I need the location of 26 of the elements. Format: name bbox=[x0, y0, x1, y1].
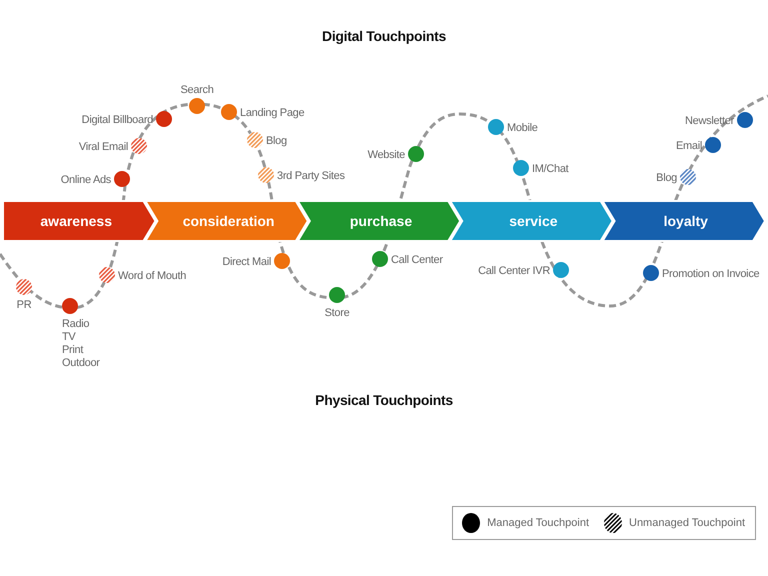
touchpoint-label: Search bbox=[180, 84, 214, 96]
touchpoint-label: Word of Mouth bbox=[118, 270, 186, 282]
touchpoint-label: Landing Page bbox=[240, 107, 304, 119]
touchpoint-label: Call Center bbox=[391, 254, 443, 266]
touchpoint-label: Blog bbox=[656, 172, 677, 184]
touchpoint-label: Viral Email bbox=[78, 141, 128, 153]
diagram-title: Physical Touchpoints bbox=[315, 392, 453, 408]
legend-label: Managed Touchpoint bbox=[487, 517, 589, 529]
touchpoint-label: Blog bbox=[266, 135, 287, 147]
diagram-title: Digital Touchpoints bbox=[322, 28, 446, 44]
touchpoint-label: Online Ads bbox=[60, 174, 111, 186]
touchpoint-label: Newsletter bbox=[685, 115, 734, 127]
touchpoint-label: 3rd Party Sites bbox=[277, 170, 345, 182]
touchpoint-label: PR bbox=[16, 299, 32, 311]
touchpoint-label: Email bbox=[676, 140, 702, 152]
touchpoint-label: Promotion on Invoice bbox=[662, 268, 760, 280]
touchpoint-label: Radio TV Print Outdoor bbox=[62, 318, 100, 369]
touchpoint-label: Store bbox=[324, 307, 350, 319]
touchpoint-label: IM/Chat bbox=[532, 163, 568, 175]
legend-label: Unmanaged Touchpoint bbox=[629, 517, 745, 529]
touchpoint-label: Mobile bbox=[507, 122, 538, 134]
touchpoint-label: Digital Billboard bbox=[82, 114, 153, 126]
touchpoint-label: Website bbox=[368, 149, 405, 161]
touchpoint-label: Direct Mail bbox=[222, 256, 271, 268]
stage-arrow: awareness bbox=[2, 200, 157, 242]
touchpoint-label: Call Center IVR bbox=[478, 265, 550, 277]
